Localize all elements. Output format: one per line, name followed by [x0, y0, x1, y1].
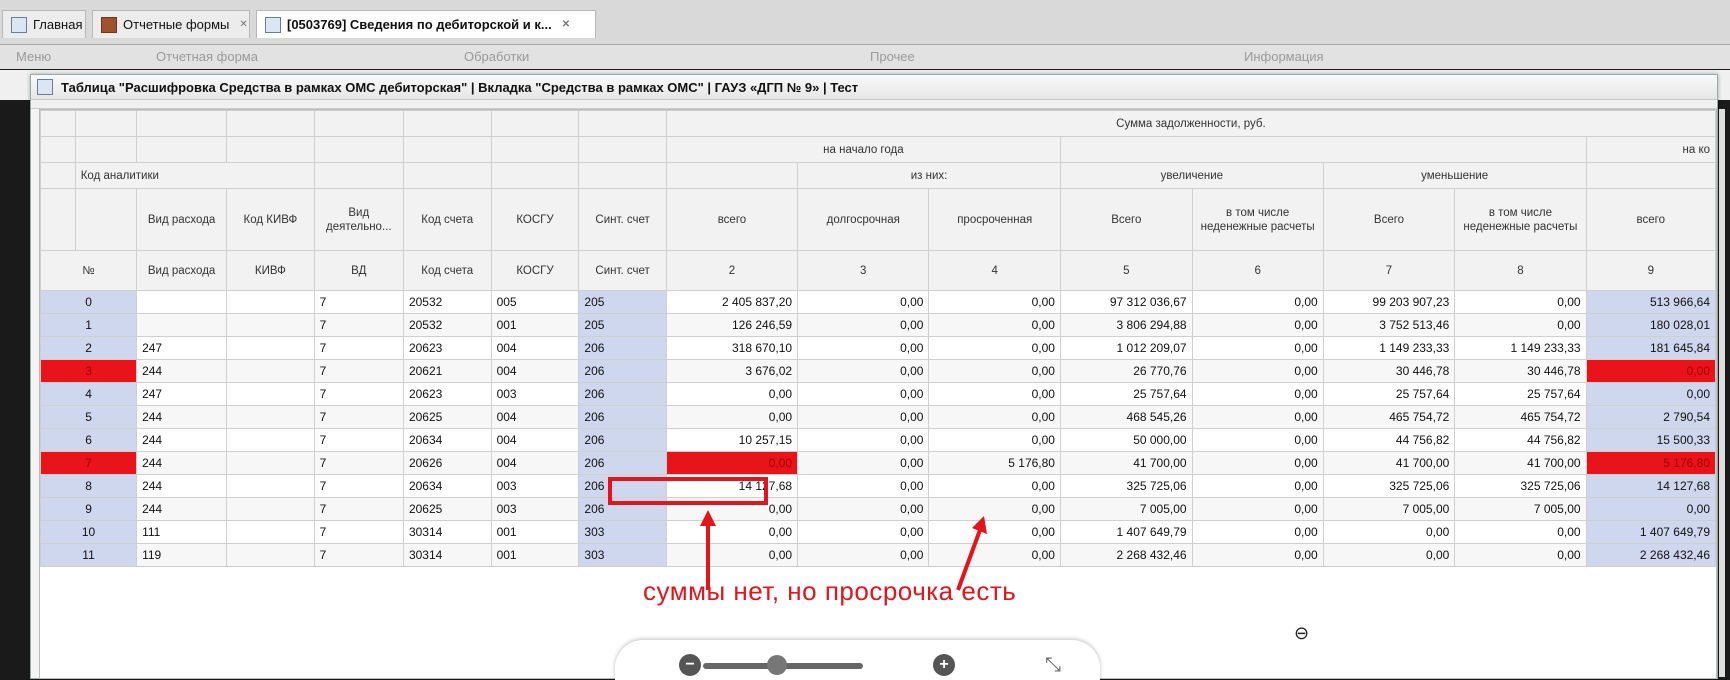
zoom-cursor-icon: ⊖: [1294, 623, 1310, 643]
zoom-in-button[interactable]: +: [933, 654, 955, 676]
zoom-out-button[interactable]: −: [679, 654, 701, 676]
arrow-head-icon: [700, 510, 716, 526]
zoom-slider-thumb[interactable]: [767, 655, 787, 675]
zoom-control: − + ⤡: [615, 640, 1100, 680]
fullscreen-exit-icon[interactable]: ⤡: [1045, 654, 1061, 677]
annotation-text: суммы нет, но просрочка есть: [643, 576, 1017, 606]
